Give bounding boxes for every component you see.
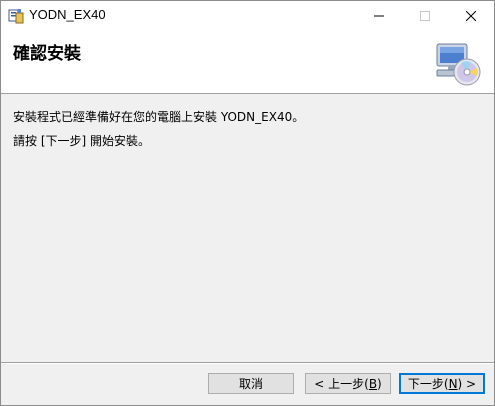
close-button[interactable] [448,1,494,31]
intro-text: 安裝程式已經準備好在您的電腦上安裝 YODN_EX40。 [13,110,305,124]
maximize-button[interactable] [402,1,448,31]
minimize-icon [374,15,384,17]
window-title: YODN_EX40 [29,7,106,22]
close-icon [466,11,476,21]
back-label-suffix: ) [377,376,382,391]
header-banner: 確認安裝 [1,31,494,94]
page-title: 確認安裝 [13,44,81,64]
cancel-label: 取消 [238,377,263,391]
next-label-prefix: 下一步( [407,377,449,391]
title-bar[interactable]: YODN_EX40 [1,1,494,31]
back-button[interactable]: < 上一步(B) [305,373,391,394]
button-divider [1,362,494,364]
next-label-suffix: ) > [457,376,477,391]
minimize-button[interactable] [356,1,402,31]
back-label-prefix: < 上一步( [314,377,369,391]
computer-cd-icon [436,43,481,86]
installer-app-icon [8,9,24,24]
cancel-button[interactable]: 取消 [208,373,294,394]
installer-window: YODN_EX40 確認安裝 安裝程式已經準備好在您的電腦上安裝 YODN_EX… [0,0,495,406]
next-button[interactable]: 下一步(N) > [399,373,485,394]
instruction-text: 請按 [下一步] 開始安裝。 [13,134,150,148]
next-accelerator-key: N [448,376,458,391]
maximize-icon [420,11,430,21]
back-accelerator-key: B [368,376,378,391]
